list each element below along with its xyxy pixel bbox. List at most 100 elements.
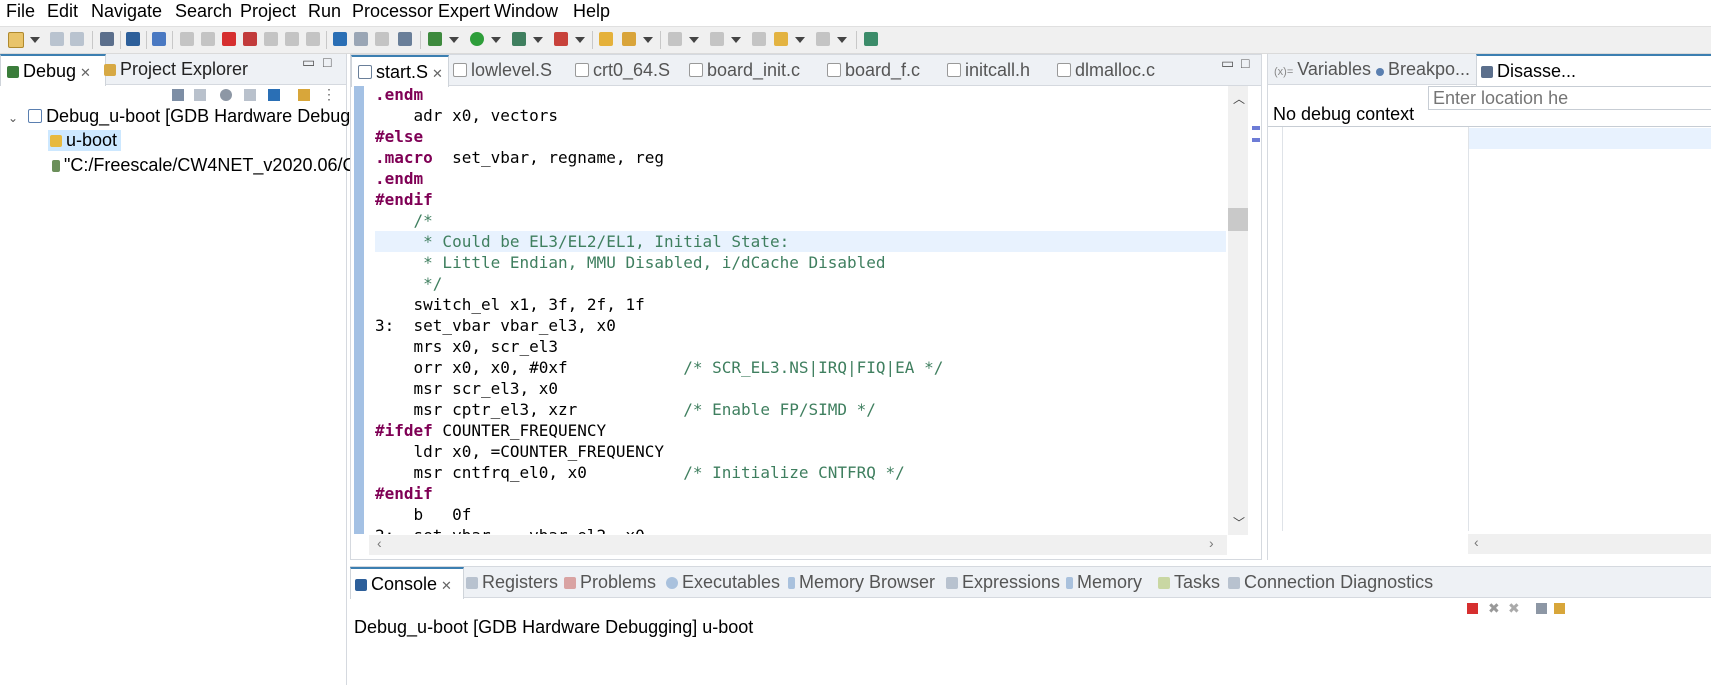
save-icon[interactable] <box>50 32 64 46</box>
chevron-down-icon[interactable] <box>731 37 741 43</box>
tab-variables[interactable]: (x)= Variables <box>1274 54 1371 84</box>
tab-project-explorer[interactable]: Project Explorer <box>104 54 248 84</box>
profile-icon[interactable] <box>554 32 568 46</box>
chevron-down-icon[interactable] <box>491 37 501 43</box>
tab-memory-browser[interactable]: Memory Browser <box>788 567 935 597</box>
scroll-left-icon[interactable]: ‹ <box>1474 534 1479 550</box>
console-icon[interactable] <box>126 32 140 46</box>
code-line[interactable]: msr cptr_el3, xzr /* Enable FP/SIMD */ <box>375 399 1226 420</box>
terminate-icon[interactable] <box>222 32 236 46</box>
chevron-down-icon[interactable] <box>575 37 585 43</box>
remove-launch-icon[interactable]: ✖ <box>1488 600 1500 617</box>
instruction-step-icon[interactable] <box>333 32 347 46</box>
step-return-icon[interactable] <box>306 32 320 46</box>
chevron-down-icon[interactable] <box>689 37 699 43</box>
code-line[interactable]: */ <box>375 273 1226 294</box>
tab-breakpoints[interactable]: Breakpo... <box>1376 54 1470 84</box>
tab-board-init-c[interactable]: board_init.c <box>689 55 800 85</box>
format-icon[interactable] <box>354 32 368 46</box>
editor-scroll-thumb[interactable] <box>1228 208 1248 231</box>
next-annotation-icon[interactable] <box>668 32 682 46</box>
last-edit-icon[interactable] <box>752 32 766 46</box>
code-line[interactable]: ldr x0, =COUNTER_FREQUENCY <box>375 441 1226 462</box>
code-line[interactable]: * Little Endian, MMU Disabled, i/dCache … <box>375 252 1226 273</box>
tab-start-s[interactable]: start.S ✕ <box>351 55 449 87</box>
suspend-icon[interactable] <box>201 32 215 46</box>
menu-file[interactable]: File <box>6 1 35 22</box>
resume-icon[interactable] <box>180 32 194 46</box>
close-icon[interactable]: ✕ <box>432 66 443 81</box>
chevron-down-icon[interactable] <box>643 37 653 43</box>
tab-disassembly[interactable]: Disasse... <box>1476 54 1711 86</box>
minimize-icon[interactable]: ▭ <box>302 54 315 71</box>
chevron-down-icon[interactable] <box>30 37 40 43</box>
scroll-right-icon[interactable]: › <box>1209 535 1214 551</box>
code-line[interactable]: /* <box>375 210 1226 231</box>
memory-icon[interactable] <box>398 32 412 46</box>
lightning-icon[interactable] <box>244 89 256 101</box>
code-line[interactable]: switch_el x1, 3f, 2f, 1f <box>375 294 1226 315</box>
menu-navigate[interactable]: Navigate <box>91 1 162 22</box>
tree-node-process[interactable]: u-boot <box>48 130 122 151</box>
back-icon[interactable] <box>774 32 788 46</box>
step-into-icon[interactable] <box>264 32 278 46</box>
menu-window[interactable]: Window <box>494 1 558 22</box>
menu-edit[interactable]: Edit <box>47 1 78 22</box>
chevron-down-icon[interactable] <box>449 37 459 43</box>
terminate-icon[interactable] <box>1467 603 1478 614</box>
code-line[interactable]: * Could be EL3/EL2/EL1, Initial State: <box>375 231 1226 252</box>
close-icon[interactable]: ✕ <box>80 65 91 80</box>
forward-icon[interactable] <box>816 32 830 46</box>
tree-node-launch[interactable]: ⌄ Debug_u-boot [GDB Hardware Debugging] <box>8 106 389 127</box>
annotation-marker[interactable] <box>1252 138 1260 142</box>
tab-debug[interactable]: Debug ✕ <box>0 54 106 86</box>
code-line[interactable]: #endif <box>375 483 1226 504</box>
tab-connection-diagnostics[interactable]: Connection Diagnostics <box>1228 567 1433 597</box>
code-line[interactable]: .endm <box>375 168 1226 189</box>
binary-icon[interactable] <box>100 32 114 46</box>
tab-console[interactable]: Console ✕ <box>350 567 464 599</box>
chevron-down-icon[interactable]: ⌄ <box>8 111 18 125</box>
menu-help[interactable]: Help <box>573 1 610 22</box>
remove-all-icon[interactable]: ✖ <box>1508 600 1520 617</box>
chevron-down-icon[interactable] <box>795 37 805 43</box>
code-line[interactable]: adr x0, vectors <box>375 105 1226 126</box>
menu-processor-expert[interactable]: Processor Expert <box>352 1 490 22</box>
maximize-icon[interactable]: □ <box>323 54 331 70</box>
code-line[interactable]: #ifdef COUNTER_FREQUENCY <box>375 420 1226 441</box>
code-line[interactable]: 3: set_vbar vbar_el3, x0 <box>375 315 1226 336</box>
remove-terminated-icon[interactable] <box>194 89 206 101</box>
disconnect-icon[interactable] <box>243 32 257 46</box>
editor-vertical-scrollbar[interactable]: ︿ ﹀ <box>1228 86 1248 535</box>
tab-registers[interactable]: Registers <box>466 567 558 597</box>
link-icon[interactable] <box>298 89 310 101</box>
minimize-icon[interactable]: ▭ <box>1221 55 1234 72</box>
code-line[interactable]: mrs x0, scr_el3 <box>375 336 1226 357</box>
clear-console-icon[interactable] <box>1536 603 1547 614</box>
collapse-all-icon[interactable] <box>172 89 184 101</box>
view-menu-icon[interactable]: ⋮ <box>322 86 336 103</box>
code-line[interactable]: #else <box>375 126 1226 147</box>
code-editor[interactable]: .endm adr x0, vectors #else .macro set_vba… <box>362 84 1226 534</box>
chevron-down-icon[interactable] <box>533 37 543 43</box>
scroll-down-icon[interactable]: ﹀ <box>1233 514 1245 531</box>
location-input[interactable] <box>1428 86 1711 110</box>
instruction-stepping-icon[interactable] <box>268 89 280 101</box>
chevron-down-icon[interactable] <box>837 37 847 43</box>
code-line[interactable]: .macro set_vbar, regname, reg <box>375 147 1226 168</box>
tab-problems[interactable]: Problems <box>564 567 656 597</box>
code-line[interactable]: msr cntfrq_el0, x0 /* Initialize CNTFRQ … <box>375 462 1226 483</box>
open-folder-icon[interactable] <box>599 32 613 46</box>
tab-crt0-64-s[interactable]: crt0_64.S <box>575 55 670 85</box>
open-perspective-icon[interactable] <box>864 32 878 46</box>
annotation-marker[interactable] <box>1252 126 1260 130</box>
reset-icon[interactable] <box>375 32 389 46</box>
skip-breakpoints-icon[interactable] <box>152 32 166 46</box>
code-line[interactable]: msr scr_el3, x0 <box>375 378 1226 399</box>
debug-icon[interactable] <box>428 32 442 46</box>
tab-executables[interactable]: Executables <box>666 567 780 597</box>
tree-node-path[interactable]: "C:/Freescale/CW4NET_v2020.06/C <box>52 155 356 176</box>
tab-initcall-h[interactable]: initcall.h <box>947 55 1030 85</box>
code-line[interactable]: orr x0, x0, #0xf /* SCR_EL3.NS|IRQ|FIQ|E… <box>375 357 1226 378</box>
code-line[interactable]: 2: set_vbar vbar_el2, x0 <box>375 525 1226 534</box>
